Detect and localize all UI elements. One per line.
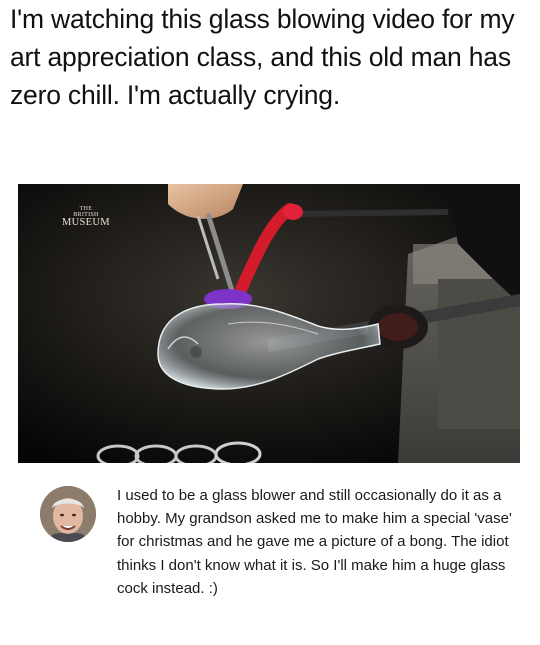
british-museum-logo: THE BRITISH MUSEUM bbox=[62, 206, 110, 229]
video-frame[interactable]: THE BRITISH MUSEUM bbox=[18, 184, 520, 463]
post-caption: I'm watching this glass blowing video fo… bbox=[10, 4, 515, 110]
elderly-man-avatar[interactable] bbox=[40, 486, 96, 542]
logo-line-museum: MUSEUM bbox=[62, 217, 110, 228]
comment-text: I used to be a glass blower and still oc… bbox=[117, 487, 512, 597]
